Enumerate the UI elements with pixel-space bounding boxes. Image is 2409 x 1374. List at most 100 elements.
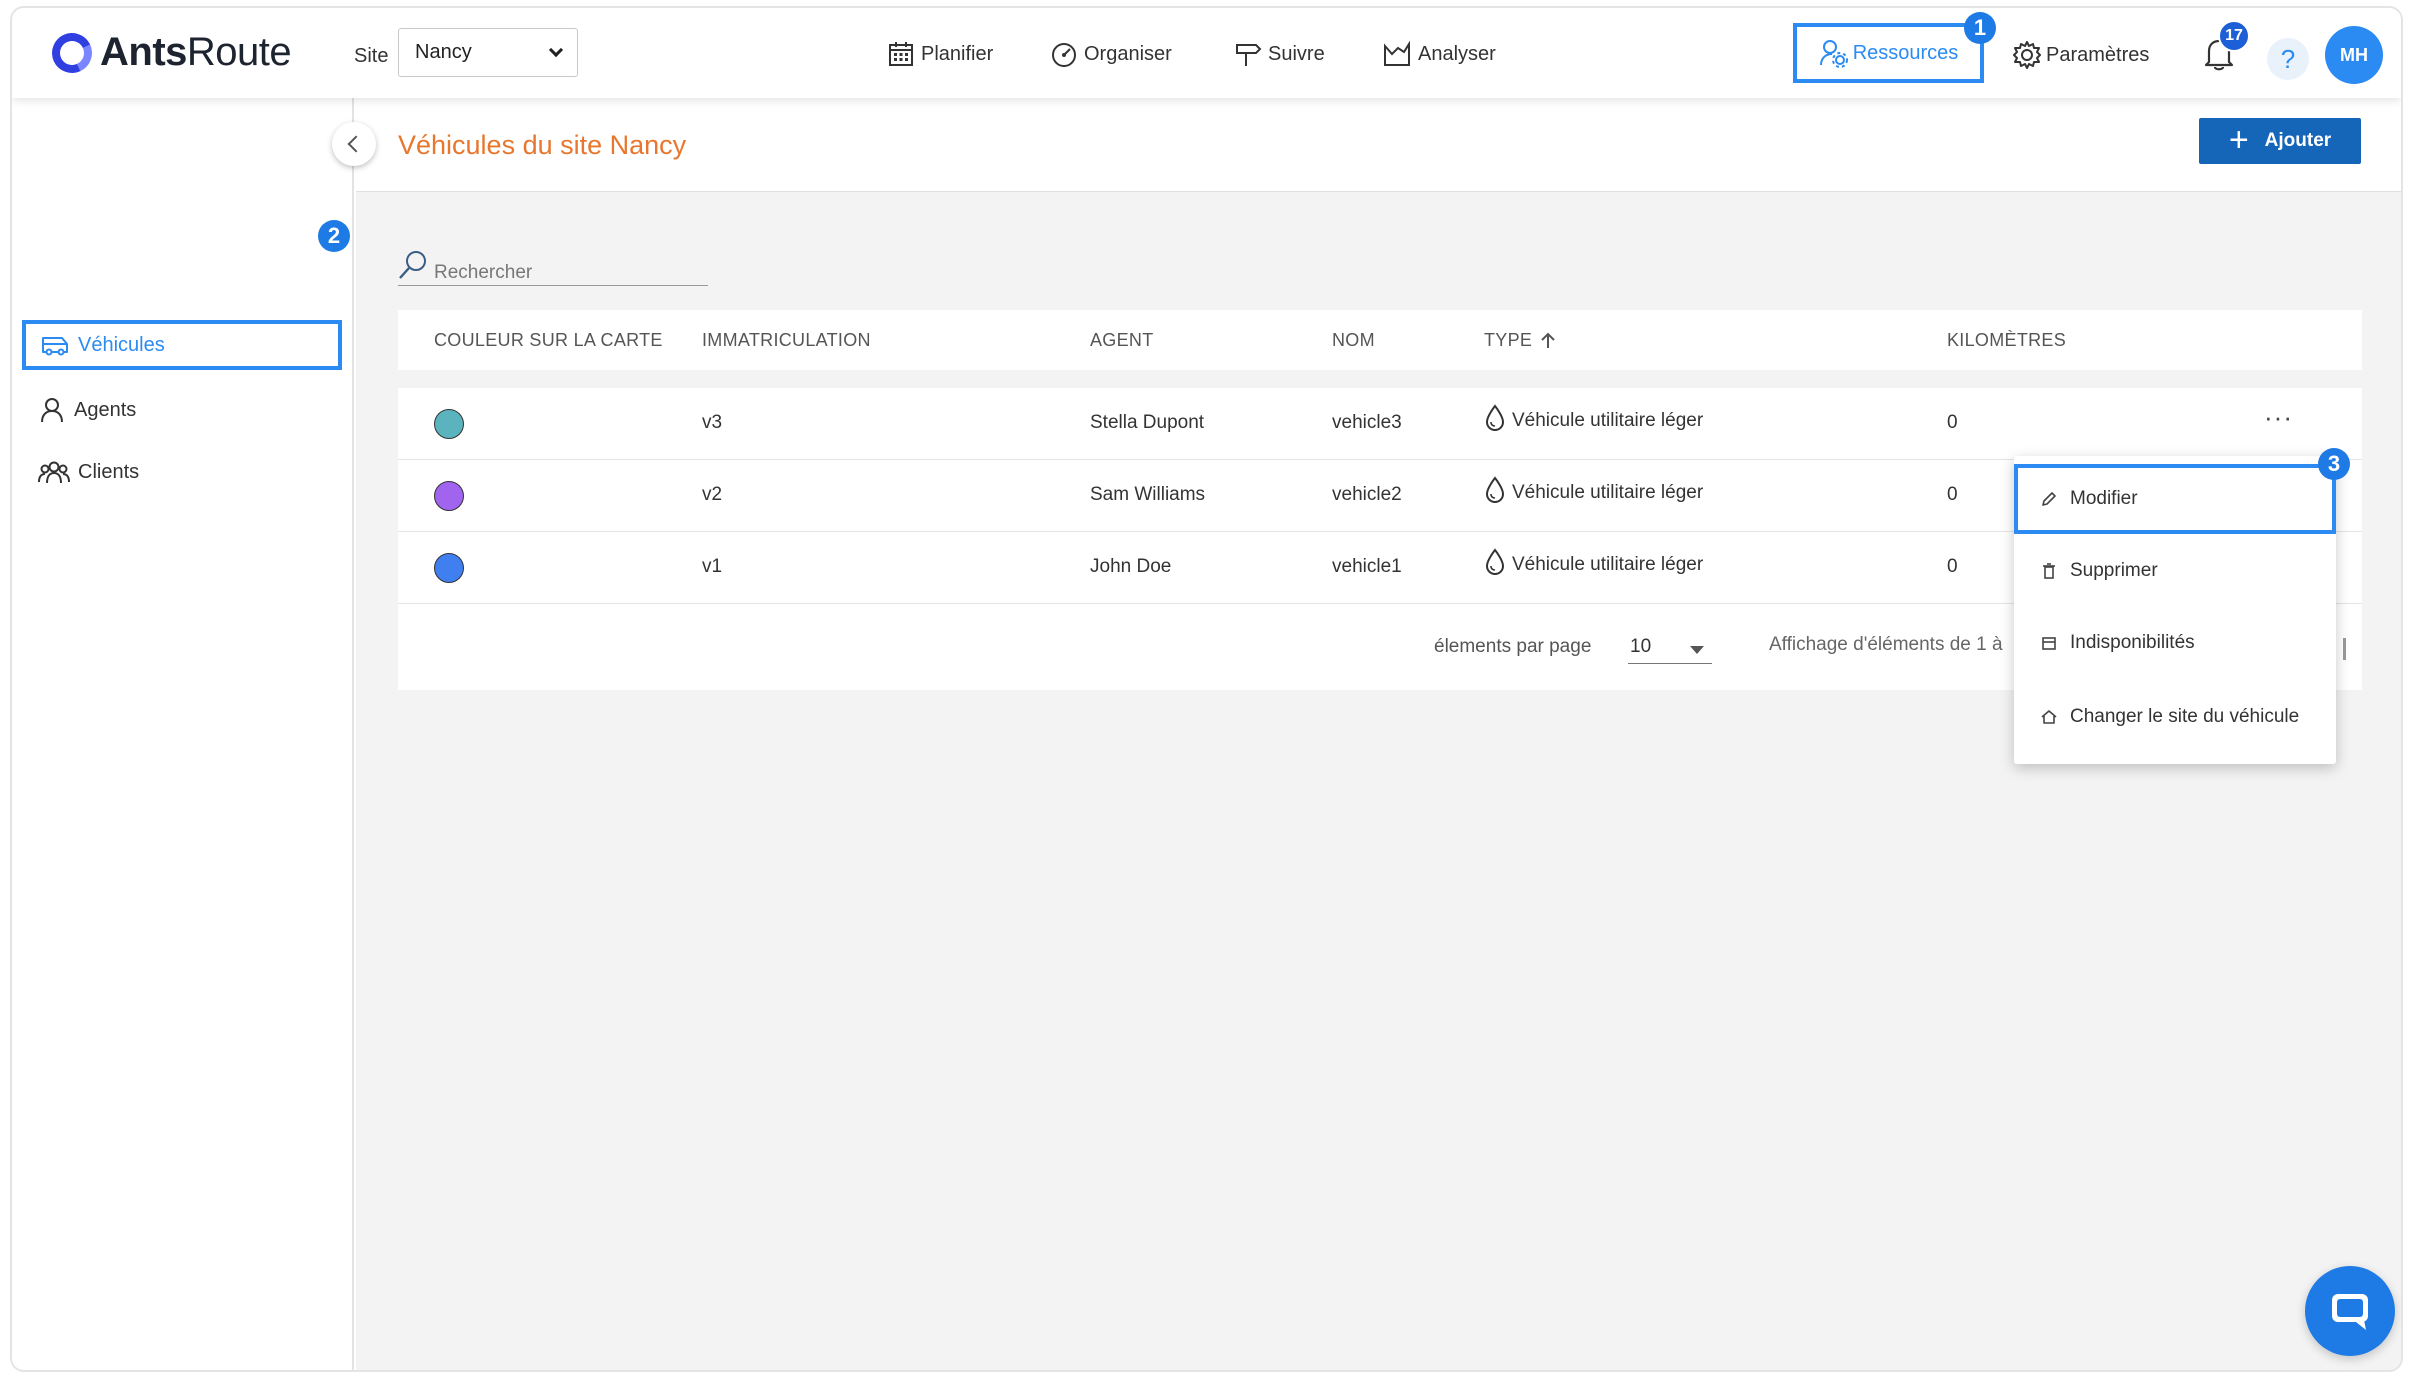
resources-label: Ressources bbox=[1852, 41, 1959, 64]
signpost-icon bbox=[1236, 44, 1262, 66]
cell-km: 0 bbox=[1947, 484, 1958, 505]
column-header-type-label: TYPE bbox=[1484, 330, 1533, 350]
group-icon bbox=[38, 461, 70, 484]
chat-button[interactable] bbox=[2305, 1266, 2395, 1356]
per-page-value: 10 bbox=[1630, 636, 1652, 657]
per-page-select[interactable]: 10 bbox=[1628, 630, 1712, 664]
gauge-icon bbox=[1052, 43, 1076, 67]
search-icon bbox=[399, 250, 426, 279]
map-color-dot bbox=[434, 553, 464, 583]
search-placeholder: Rechercher bbox=[434, 261, 533, 283]
gear-icon bbox=[2013, 41, 2041, 69]
help-icon: ? bbox=[2280, 43, 2296, 74]
person-gear-icon bbox=[1819, 40, 1848, 68]
sidebar-item-vehicules[interactable]: Véhicules bbox=[22, 320, 342, 370]
table-row[interactable]: v3 Stella Dupont vehicle3 Véhicule utili… bbox=[398, 388, 2362, 460]
search-input[interactable]: Rechercher bbox=[398, 244, 708, 286]
chart-icon bbox=[1384, 40, 1410, 66]
pagination-range-text: Affichage d'éléments de 1 à bbox=[1769, 634, 2003, 655]
dropdown-arrow-icon bbox=[1690, 646, 1704, 654]
plus-icon: + bbox=[2228, 120, 2249, 159]
page-header: Véhicules du site Nancy + Ajouter bbox=[356, 98, 2401, 192]
menu-item-label: Indisponibilités bbox=[2070, 632, 2195, 653]
cell-plate: v1 bbox=[702, 556, 723, 577]
help-button[interactable]: ? bbox=[2267, 38, 2309, 80]
cell-type: Véhicule utilitaire léger bbox=[1484, 476, 1703, 504]
pagination-control[interactable] bbox=[2343, 638, 2346, 660]
menu-item-indisponibilites[interactable]: Indisponibilités bbox=[2014, 610, 2336, 676]
column-header-type[interactable]: TYPE bbox=[1484, 330, 1558, 351]
cell-km: 0 bbox=[1947, 412, 1958, 433]
table-header: COULEUR SUR LA CARTE IMMATRICULATION AGE… bbox=[398, 310, 2362, 370]
sidebar-item-clients[interactable]: Clients bbox=[38, 458, 139, 486]
chevron-down-icon bbox=[548, 42, 564, 57]
column-header-plate[interactable]: IMMATRICULATION bbox=[702, 330, 871, 351]
menu-item-supprimer[interactable]: Supprimer bbox=[2014, 538, 2336, 604]
settings-label: Paramètres bbox=[2046, 43, 2150, 66]
menu-item-changer-site[interactable]: Changer le site du véhicule bbox=[2014, 684, 2336, 750]
cell-name: vehicle1 bbox=[1332, 556, 1402, 577]
cell-agent: John Doe bbox=[1090, 556, 1172, 577]
sidebar-item-label: Agents bbox=[74, 398, 137, 421]
callout-badge-1: 1 bbox=[1964, 12, 1996, 44]
cell-plate: v2 bbox=[702, 484, 723, 505]
more-actions-button[interactable]: ··· bbox=[2264, 402, 2293, 433]
column-header-agent[interactable]: AGENT bbox=[1090, 330, 1154, 351]
collapse-sidebar-button[interactable] bbox=[332, 122, 376, 166]
nav-analyser[interactable]: Analyser bbox=[1382, 40, 1496, 68]
callout-badge-3: 3 bbox=[2318, 448, 2350, 480]
calendar-small-icon bbox=[2042, 637, 2056, 650]
fuel-drop-icon bbox=[1485, 404, 1505, 432]
home-icon bbox=[2041, 710, 2057, 724]
brand-name-rest: Route bbox=[186, 30, 292, 74]
avatar[interactable]: MH bbox=[2325, 26, 2383, 84]
calendar-icon bbox=[889, 42, 913, 66]
trash-icon bbox=[2043, 563, 2055, 579]
menu-item-label: Changer le site du véhicule bbox=[2070, 706, 2300, 727]
nav-analyser-label: Analyser bbox=[1418, 42, 1496, 65]
person-icon bbox=[41, 398, 63, 423]
row-actions-menu: Modifier Supprimer Indisponibilités Chan… bbox=[2014, 456, 2336, 764]
cell-km: 0 bbox=[1947, 556, 1958, 577]
sidebar-item-label: Clients bbox=[78, 460, 140, 483]
nav-planifier-label: Planifier bbox=[921, 42, 994, 65]
top-bar: AntsRoute Site Nancy Planifier Organiser… bbox=[12, 8, 2401, 98]
fuel-drop-icon bbox=[1485, 548, 1505, 576]
nav-organiser[interactable]: Organiser bbox=[1050, 40, 1172, 68]
resources-button[interactable]: Ressources bbox=[1793, 23, 1984, 83]
add-button-label: Ajouter bbox=[2264, 130, 2332, 151]
column-header-color[interactable]: COULEUR SUR LA CARTE bbox=[434, 330, 663, 351]
add-button[interactable]: + Ajouter bbox=[2199, 118, 2361, 164]
nav-suivre-label: Suivre bbox=[1268, 42, 1325, 65]
menu-item-label: Supprimer bbox=[2070, 560, 2158, 581]
notification-count-badge: 17 bbox=[2218, 20, 2250, 52]
map-color-dot bbox=[434, 481, 464, 511]
map-color-dot bbox=[434, 409, 464, 439]
logo-icon bbox=[46, 26, 98, 79]
chat-bubble-icon bbox=[2332, 1294, 2368, 1330]
fuel-drop-icon bbox=[1485, 476, 1505, 504]
column-header-name[interactable]: NOM bbox=[1332, 330, 1375, 351]
nav-planifier[interactable]: Planifier bbox=[887, 40, 993, 68]
per-page-label: élements par page bbox=[1434, 636, 1592, 657]
page-title: Véhicules du site Nancy bbox=[398, 130, 687, 160]
brand-logo[interactable]: AntsRoute bbox=[46, 26, 292, 79]
van-icon bbox=[42, 337, 68, 356]
column-header-km[interactable]: KILOMÈTRES bbox=[1947, 330, 2066, 351]
site-select[interactable]: Nancy bbox=[398, 28, 578, 77]
settings-button[interactable]: Paramètres bbox=[2012, 40, 2149, 70]
cell-agent: Stella Dupont bbox=[1090, 412, 1205, 433]
site-select-value: Nancy bbox=[415, 41, 472, 63]
cell-type-label: Véhicule utilitaire léger bbox=[1512, 410, 1704, 431]
sort-ascending-icon bbox=[1541, 332, 1555, 348]
cell-name: vehicle2 bbox=[1332, 484, 1402, 505]
cell-name: vehicle3 bbox=[1332, 412, 1402, 433]
sidebar-item-label: Véhicules bbox=[78, 333, 165, 356]
sidebar-item-agents[interactable]: Agents bbox=[38, 396, 136, 424]
nav-suivre[interactable]: Suivre bbox=[1234, 40, 1325, 68]
sidebar: Véhicules Agents Clients bbox=[12, 98, 354, 1370]
cell-type: Véhicule utilitaire léger bbox=[1484, 548, 1703, 576]
chevron-left-icon bbox=[347, 135, 365, 153]
app-window: AntsRoute Site Nancy Planifier Organiser… bbox=[10, 6, 2403, 1372]
callout-badge-2: 2 bbox=[318, 220, 350, 252]
